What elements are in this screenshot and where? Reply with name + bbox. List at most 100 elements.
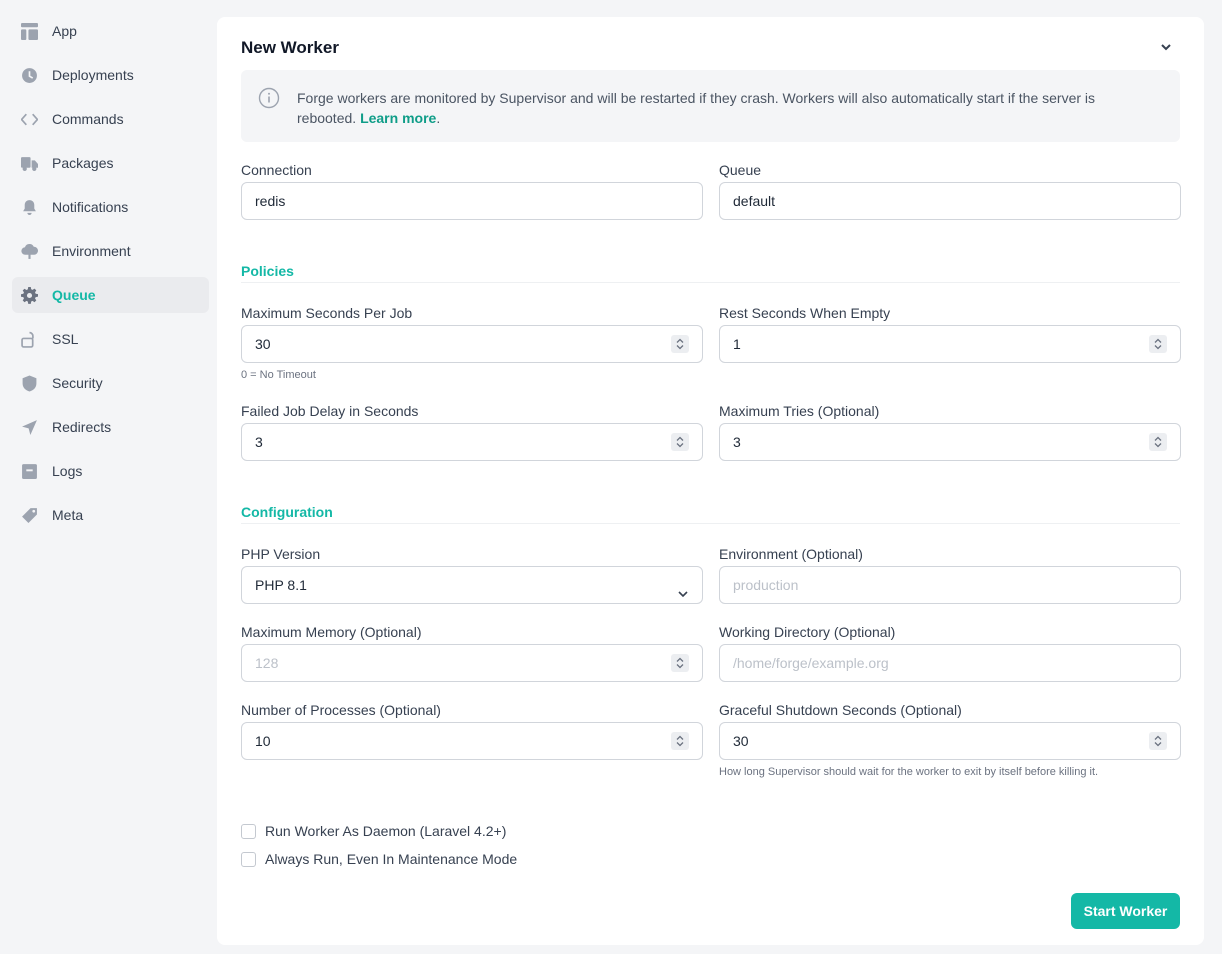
bell-icon: [21, 199, 38, 216]
lock-open-icon: [21, 331, 38, 348]
learn-more-link[interactable]: Learn more: [360, 110, 436, 126]
info-text: Forge workers are monitored by Superviso…: [297, 88, 1127, 128]
connection-label: Connection: [241, 162, 312, 178]
number-spinner-icon[interactable]: [671, 732, 689, 750]
sidebar-item-deployments[interactable]: Deployments: [12, 57, 209, 93]
number-spinner-icon[interactable]: [671, 654, 689, 672]
max-tries-input[interactable]: 3: [719, 423, 1181, 461]
max-tries-value: 3: [733, 434, 741, 450]
max-tries-field: Maximum Tries (Optional) 3: [719, 402, 1181, 461]
rest-seconds-label: Rest Seconds When Empty: [719, 305, 891, 321]
sidebar-item-packages[interactable]: Packages: [12, 145, 209, 181]
archive-icon: [21, 463, 38, 480]
daemon-checkbox[interactable]: [241, 823, 256, 839]
chevron-down-icon: [676, 578, 690, 598]
graceful-shutdown-field: Graceful Shutdown Seconds (Optional) 30 …: [719, 701, 1181, 778]
number-spinner-icon[interactable]: [671, 433, 689, 451]
sidebar-item-redirects[interactable]: Redirects: [12, 409, 209, 445]
graceful-shutdown-value: 30: [733, 733, 749, 749]
sidebar-item-label: Meta: [52, 507, 84, 523]
queue-label: Queue: [719, 162, 762, 178]
working-dir-label: Working Directory (Optional): [719, 624, 896, 640]
rest-seconds-value: 1: [733, 336, 741, 352]
failed-delay-input[interactable]: 3: [241, 423, 703, 461]
max-memory-input[interactable]: 128: [241, 644, 703, 682]
maintenance-checkbox[interactable]: [241, 851, 256, 867]
sidebar-item-label: Commands: [52, 111, 124, 127]
sidebar-item-environment[interactable]: Environment: [12, 233, 209, 269]
num-processes-label: Number of Processes (Optional): [241, 702, 441, 718]
php-version-field: PHP Version PHP 8.1: [241, 545, 703, 604]
sidebar-item-label: Deployments: [52, 67, 134, 83]
max-seconds-value: 30: [255, 336, 271, 352]
environment-field: Environment (Optional) production: [719, 545, 1181, 604]
sidebar: App Deployments Commands Packages Notifi…: [12, 13, 209, 541]
clock-icon: [21, 67, 38, 84]
sidebar-item-label: Packages: [52, 155, 114, 171]
sidebar-item-meta[interactable]: Meta: [12, 497, 209, 533]
info-alert: Forge workers are monitored by Superviso…: [241, 70, 1180, 142]
sidebar-item-label: Queue: [52, 287, 96, 303]
app-layout-icon: [21, 22, 38, 40]
shield-icon: [21, 375, 38, 392]
tag-icon: [21, 507, 38, 524]
failed-delay-value: 3: [255, 434, 263, 450]
start-worker-button[interactable]: Start Worker: [1071, 893, 1180, 929]
num-processes-input[interactable]: 10: [241, 722, 703, 760]
collapse-chevron-icon[interactable]: [1158, 39, 1174, 55]
number-spinner-icon[interactable]: [1149, 335, 1167, 353]
environment-input[interactable]: production: [719, 566, 1181, 604]
info-circle-icon: [258, 87, 280, 109]
connection-input[interactable]: redis: [241, 182, 703, 220]
max-seconds-hint: 0 = No Timeout: [241, 369, 316, 381]
queue-field: Queue default: [719, 161, 1181, 220]
sidebar-item-security[interactable]: Security: [12, 365, 209, 401]
location-arrow-icon: [21, 419, 38, 436]
connection-field: Connection redis: [241, 161, 703, 220]
configuration-heading: Configuration: [241, 504, 1180, 524]
failed-delay-field: Failed Job Delay in Seconds 3: [241, 402, 703, 461]
daemon-checkbox-row[interactable]: Run Worker As Daemon (Laravel 4.2+): [241, 823, 506, 839]
max-memory-field: Maximum Memory (Optional) 128: [241, 623, 703, 682]
failed-delay-label: Failed Job Delay in Seconds: [241, 403, 419, 419]
php-version-label: PHP Version: [241, 546, 321, 562]
environment-label: Environment (Optional): [719, 546, 863, 562]
maintenance-checkbox-row[interactable]: Always Run, Even In Maintenance Mode: [241, 851, 517, 867]
max-tries-label: Maximum Tries (Optional): [719, 403, 880, 419]
sidebar-item-label: Logs: [52, 463, 83, 479]
number-spinner-icon[interactable]: [1149, 433, 1167, 451]
working-dir-input[interactable]: /home/forge/example.org: [719, 644, 1181, 682]
num-processes-field: Number of Processes (Optional) 10: [241, 701, 703, 760]
new-worker-panel: New Worker Forge workers are monitored b…: [217, 17, 1204, 945]
php-version-select[interactable]: PHP 8.1: [241, 566, 703, 604]
max-seconds-input[interactable]: 30: [241, 325, 703, 363]
number-spinner-icon[interactable]: [1149, 732, 1167, 750]
panel-title: New Worker: [241, 38, 339, 57]
sidebar-item-queue[interactable]: Queue: [12, 277, 209, 313]
max-seconds-field: Maximum Seconds Per Job 30 0 = No Timeou…: [241, 304, 703, 381]
sidebar-item-commands[interactable]: Commands: [12, 101, 209, 137]
max-memory-label: Maximum Memory (Optional): [241, 624, 422, 640]
gear-icon: [21, 286, 38, 304]
sidebar-item-label: Security: [52, 375, 103, 391]
working-dir-field: Working Directory (Optional) /home/forge…: [719, 623, 1181, 682]
rest-seconds-field: Rest Seconds When Empty 1: [719, 304, 1181, 363]
maintenance-checkbox-label: Always Run, Even In Maintenance Mode: [265, 851, 518, 867]
num-processes-value: 10: [255, 733, 271, 749]
queue-input[interactable]: default: [719, 182, 1181, 220]
sidebar-item-app[interactable]: App: [12, 13, 209, 49]
number-spinner-icon[interactable]: [671, 335, 689, 353]
policies-heading: Policies: [241, 263, 1180, 283]
graceful-shutdown-label: Graceful Shutdown Seconds (Optional): [719, 702, 962, 718]
sidebar-item-logs[interactable]: Logs: [12, 453, 209, 489]
max-memory-placeholder: 128: [255, 655, 279, 671]
max-seconds-label: Maximum Seconds Per Job: [241, 305, 413, 321]
sidebar-item-label: App: [52, 23, 77, 39]
graceful-shutdown-input[interactable]: 30: [719, 722, 1181, 760]
sidebar-item-ssl[interactable]: SSL: [12, 321, 209, 357]
rest-seconds-input[interactable]: 1: [719, 325, 1181, 363]
sidebar-item-label: Redirects: [52, 419, 112, 435]
sidebar-item-notifications[interactable]: Notifications: [12, 189, 209, 225]
sidebar-item-label: SSL: [52, 331, 79, 347]
code-icon: [21, 111, 38, 128]
